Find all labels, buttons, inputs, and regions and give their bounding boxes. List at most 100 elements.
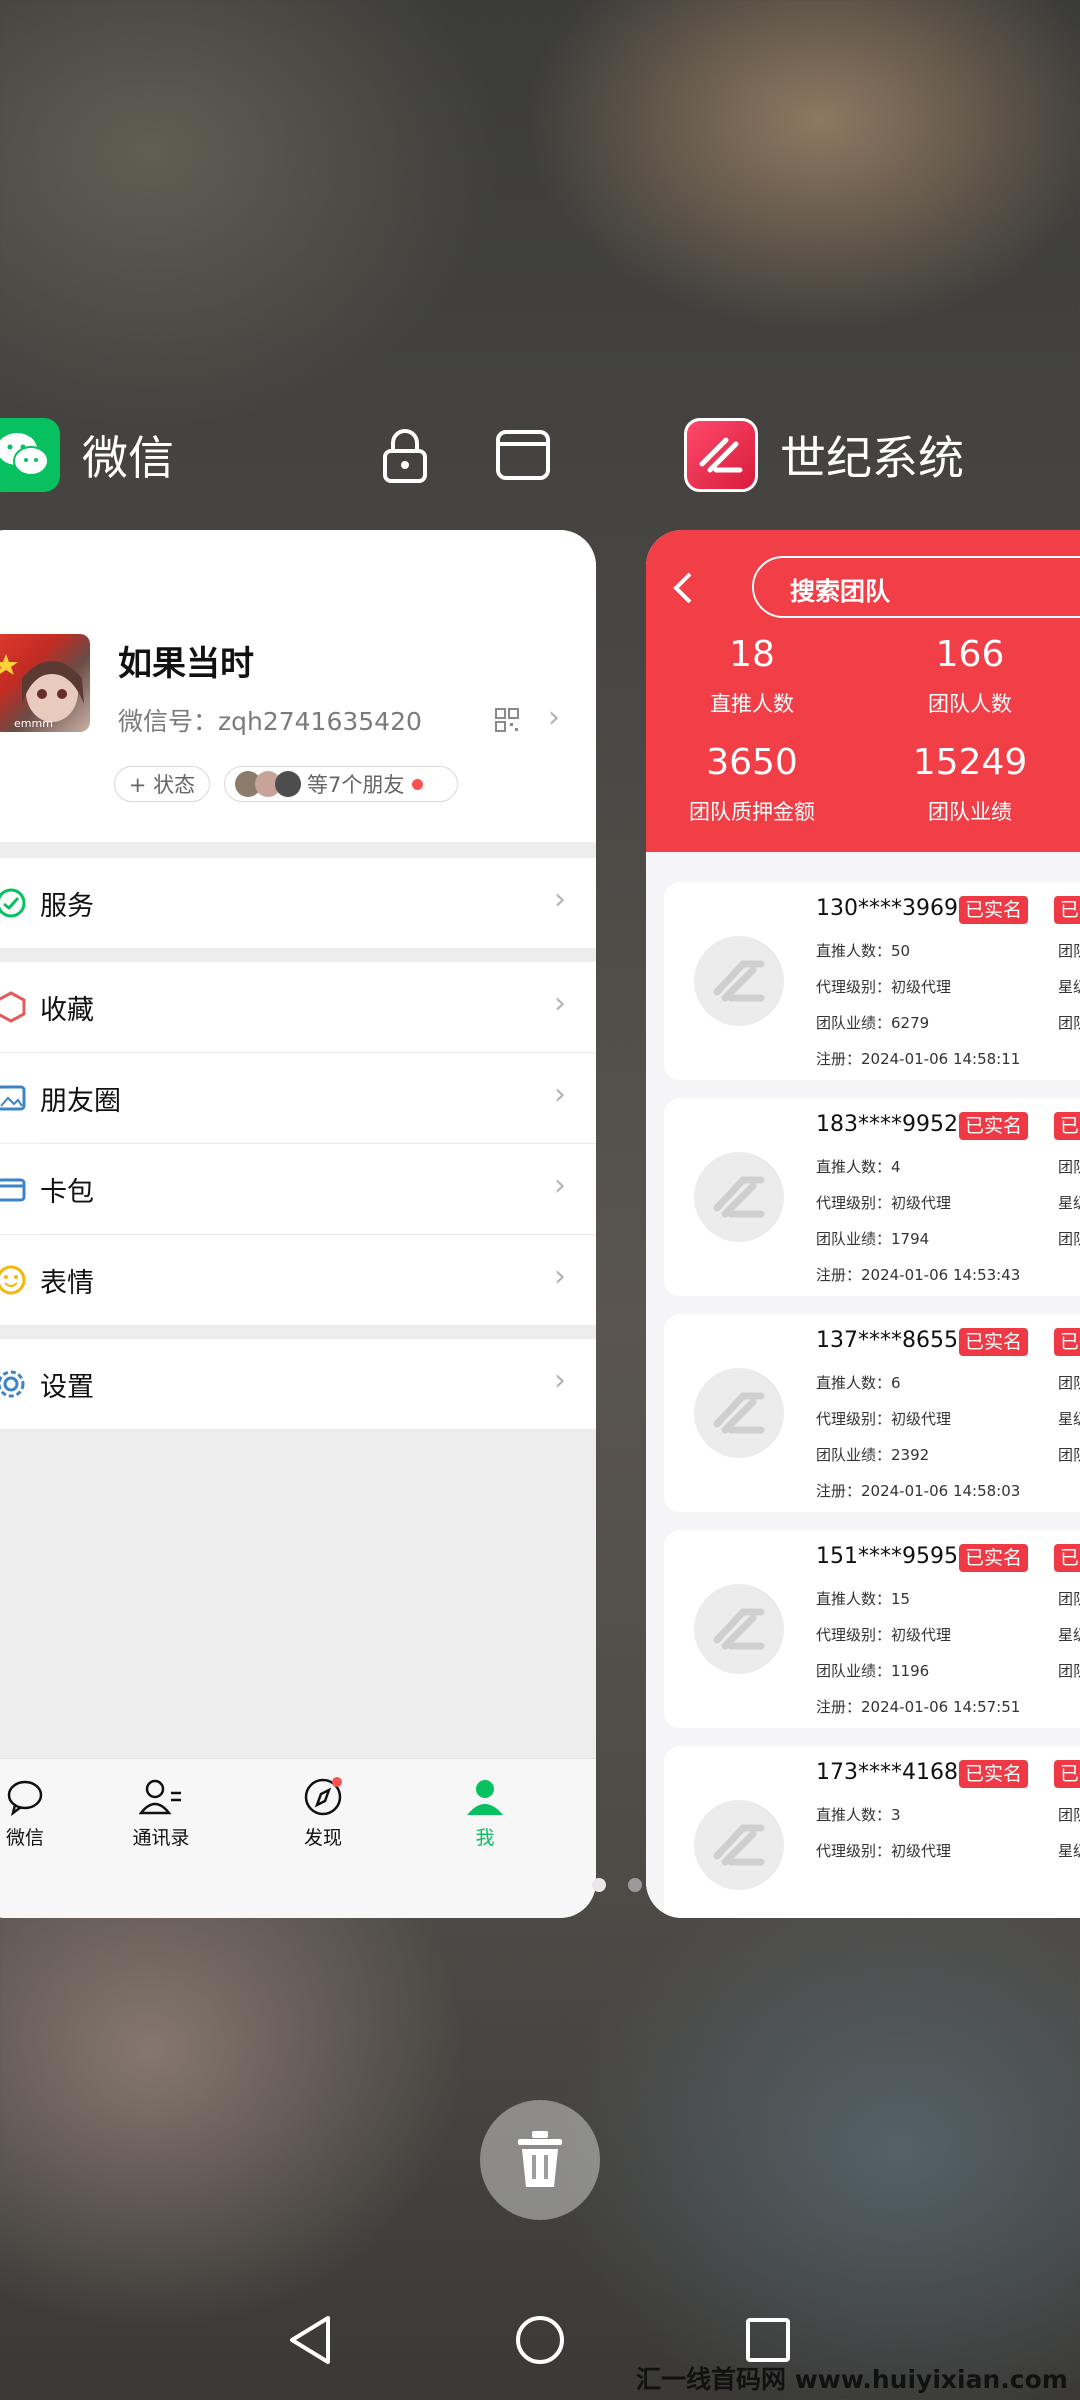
menu-favorites[interactable]: 收藏 › [0,962,596,1052]
stat-performance-label: 团队业绩 [928,800,1012,824]
member-team-pledge: 团队质 [1058,1446,1080,1464]
wechat-id: 微信号：zqh2741635420 [118,707,422,736]
signed-badge: 已签 [1054,1760,1080,1788]
member-register-time: 注册：2024-01-06 14:58:03 [816,1482,1021,1500]
logo-placeholder-icon [713,1608,765,1650]
member-team-size: 团队人 [1058,942,1080,960]
menu-label: 服务 [40,890,94,922]
member-card[interactable]: 183****9952 已实名 已签 直推人数：4 代理级别：初级代理 团队业绩… [664,1098,1080,1296]
wechat-preview-card[interactable]: emmm 如果当时 微信号：zqh2741635420 › + 状态 等7个朋友… [0,530,596,1918]
avatar-caption: emmm [14,717,53,730]
friends-text: 等7个朋友 [307,773,405,797]
member-card[interactable]: 130****3969 已实名 已签 直推人数：50 代理级别：初级代理 团队业… [664,882,1080,1080]
tab-contacts[interactable]: 通讯录 [106,1777,216,1850]
member-list: 130****3969 已实名 已签 直推人数：50 代理级别：初级代理 团队业… [646,852,1080,1918]
verified-badge: 已实名 [959,1544,1029,1572]
chevron-right-icon: › [554,1168,566,1203]
qr-code-icon[interactable] [495,708,519,732]
friends-status-pill[interactable]: 等7个朋友 [224,766,458,802]
stat-performance: 15249 [912,742,1028,783]
unread-dot [412,778,424,790]
menu-cards[interactable]: 卡包 › [0,1144,596,1234]
profile-chevron-icon[interactable]: › [548,700,560,735]
member-phone: 151****9595 [816,1544,958,1569]
member-performance: 团队业绩：1794 [816,1230,930,1248]
menu-settings[interactable]: 设置 › [0,1339,596,1429]
logo-placeholder-icon [713,1176,765,1218]
member-performance: 团队业绩：2392 [816,1446,930,1464]
century-system-app-icon [684,418,758,492]
split-window-button[interactable] [488,420,558,490]
lock-icon [383,429,427,483]
member-avatar [694,1368,784,1458]
chevron-right-icon: › [554,986,566,1021]
avatar[interactable]: emmm [0,634,90,732]
tab-label: 发现 [303,1827,342,1849]
services-icon [0,888,26,918]
tab-discover[interactable]: 发现 [268,1777,378,1850]
verified-badge: 已实名 [959,1112,1029,1140]
member-register-time: 注册：2024-01-06 14:53:43 [816,1266,1021,1284]
member-avatar [694,936,784,1026]
contacts-icon [139,1779,181,1815]
wechat-app-header[interactable]: 微信 [0,415,174,495]
member-phone: 137****8655 [816,1328,958,1353]
member-card[interactable]: 173****4168 已实名 已签 直推人数：3 代理级别：初级代理 团队人 … [664,1746,1080,1918]
other-app-header[interactable]: 世纪系统 [684,415,964,495]
member-card[interactable]: 151****9595 已实名 已质 直推人数：15 代理级别：初级代理 团队业… [664,1530,1080,1728]
member-team-pledge: 团队质 [1058,1230,1080,1248]
member-card[interactable]: 137****8655 已实名 已签 直推人数：6 代理级别：初级代理 团队业绩… [664,1314,1080,1512]
verified-badge: 已实名 [959,1760,1029,1788]
member-star-level: 星级级 [1058,1626,1080,1644]
tab-me[interactable]: 我 [430,1777,540,1850]
page-dot [628,1878,642,1892]
member-star-level: 星级级 [1058,1842,1080,1860]
gear-icon [0,1370,25,1398]
menu-stickers[interactable]: 表情 › [0,1235,596,1325]
search-team-label: 搜索团队 [790,577,891,606]
menu-moments[interactable]: 朋友圈 › [0,1053,596,1143]
signed-badge: 已签 [1054,896,1080,924]
member-team-size: 团队人 [1058,1158,1080,1176]
status-button-label: + 状态 [128,773,196,797]
member-phone: 173****4168 [816,1760,958,1785]
status-button[interactable]: + 状态 [114,766,210,802]
chevron-right-icon: › [554,882,566,917]
member-team-size: 团队人 [1058,1374,1080,1392]
trash-icon [518,2131,562,2187]
tab-chats[interactable]: 微信 [0,1777,80,1850]
nav-home-icon[interactable] [510,2310,570,2370]
member-phone: 130****3969 [816,896,958,921]
nav-back-icon[interactable] [280,2310,340,2370]
menu-label: 设置 [40,1371,94,1403]
chevron-right-icon: › [554,1259,566,1294]
member-direct: 直推人数：15 [816,1590,911,1608]
friend-avatars [235,771,301,797]
member-phone: 183****9952 [816,1112,958,1137]
stat-pledge-label: 团队质押金额 [689,800,815,824]
clear-all-button[interactable] [480,2100,600,2220]
back-arrow-icon[interactable] [670,570,694,606]
menu-label: 收藏 [40,994,94,1026]
page-dot-active [592,1878,606,1892]
verified-badge: 已实名 [959,896,1029,924]
member-avatar [694,1152,784,1242]
stat-team-count: 166 [935,634,1005,675]
lock-app-button[interactable] [370,420,440,490]
logo-placeholder-icon [713,1392,765,1434]
member-level: 代理级别：初级代理 [816,1842,952,1860]
chevron-right-icon: › [554,1363,566,1398]
stat-direct-count: 18 [729,634,775,675]
moments-icon [0,1085,26,1111]
member-team-pledge: 团队质 [1058,1014,1080,1032]
signed-badge: 已签 [1054,1328,1080,1356]
profile-header[interactable]: emmm 如果当时 微信号：zqh2741635420 › + 状态 等7个朋友 [0,530,596,842]
search-team-input[interactable]: 搜索团队 [752,556,1080,618]
menu-label: 表情 [40,1267,94,1299]
century-system-preview-card[interactable]: 搜索团队 18 直推人数 166 团队人数 3650 团队质押金额 15249 … [646,530,1080,1918]
member-register-time: 注册：2024-01-06 14:57:51 [816,1698,1021,1716]
menu-services[interactable]: 服务 › [0,858,596,948]
member-star-level: 星级级 [1058,1194,1080,1212]
stat-team-label: 团队人数 [928,692,1012,716]
tab-label: 通讯录 [132,1827,190,1849]
